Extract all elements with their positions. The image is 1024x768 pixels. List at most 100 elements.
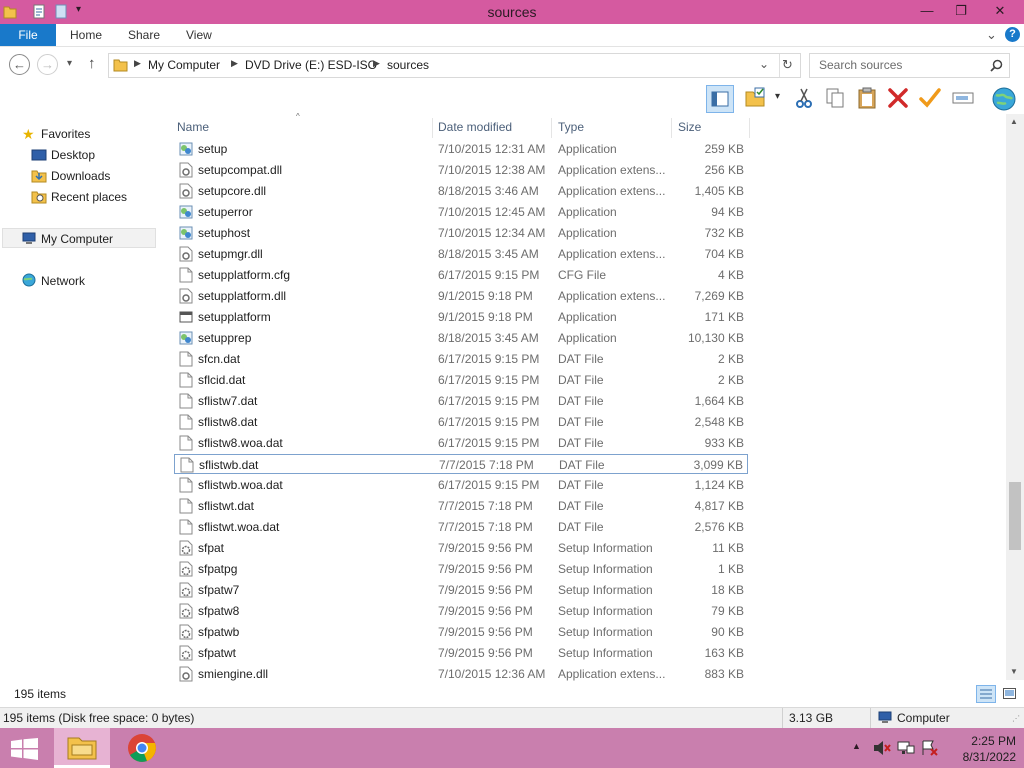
file-date-modified: 6/17/2015 9:15 PM [438,436,540,450]
column-header-name[interactable]: Name [173,118,433,138]
file-row[interactable]: sflistw7.dat 6/17/2015 9:15 PM DAT File 1,6… [174,391,748,411]
nav-my-computer[interactable]: My Computer [41,232,113,246]
recent-locations-chevron-icon[interactable]: ▾ [67,58,72,69]
file-row[interactable]: sfpatwb 7/9/2015 9:56 PM Setup Information… [174,622,748,642]
globe-icon[interactable] [990,86,1018,112]
file-row[interactable]: sfpat 7/9/2015 9:56 PM Setup Information 11… [174,538,748,558]
address-bar[interactable]: ▶ My Computer ▶ DVD Drive (E:) ESD-ISO ▶… [108,53,801,78]
nav-downloads[interactable]: Downloads [51,169,110,183]
file-row[interactable]: setupmgr.dll 8/18/2015 3:45 AM Application… [174,244,748,264]
column-header-date-modified[interactable]: Date modified [434,118,552,138]
nav-desktop[interactable]: Desktop [51,148,95,162]
checkmark-icon[interactable] [918,86,942,110]
file-row-selected[interactable]: sflistwb.dat 7/7/2015 7:18 PM DAT File 3,09… [174,454,748,474]
rename-icon[interactable] [951,86,975,110]
column-header-size[interactable]: Size [674,118,750,138]
tab-view[interactable]: View [186,24,212,46]
maximize-button[interactable]: ❐ [946,0,976,22]
file-row[interactable]: setupcompat.dll 7/10/2015 12:38 AM Applica… [174,160,748,180]
folder-options-icon[interactable] [744,86,768,110]
scrollbar-thumb[interactable] [1009,482,1021,550]
scroll-down-arrow-icon[interactable]: ▼ [1010,667,1018,676]
windows-start-icon[interactable] [11,738,38,760]
taskbar-file-explorer-button[interactable] [54,728,110,768]
file-size: 2,548 KB [694,415,744,429]
file-row[interactable]: sfpatpg 7/9/2015 9:56 PM Setup Information… [174,559,748,579]
scroll-up-arrow-icon[interactable]: ▲ [1010,117,1018,126]
file-row[interactable]: sfpatw8 7/9/2015 9:56 PM Setup Information… [174,601,748,621]
minimize-button[interactable]: — [912,0,942,22]
file-row[interactable]: sflistw8.dat 6/17/2015 9:15 PM DAT File 2,5… [174,412,748,432]
breadcrumb-my-computer[interactable]: My Computer [148,58,220,72]
chevron-down-icon[interactable]: ⌄ [986,24,997,46]
tab-home[interactable]: Home [70,24,102,46]
file-row[interactable]: setupplatform.dll 9/1/2015 9:18 PM Applica… [174,286,748,306]
search-box[interactable]: Search sources [809,53,1010,78]
file-row[interactable]: sflistw8.woa.dat 6/17/2015 9:15 PM DAT Fil… [174,433,748,453]
breadcrumb-sources[interactable]: sources [387,58,429,72]
folder-options-dropdown-icon[interactable]: ▾ [775,91,780,102]
file-type: Setup Information [558,541,653,555]
breadcrumb-separator-icon[interactable]: ▶ [373,58,380,69]
thumbnail-view-icon [1003,688,1016,699]
dll-icon [179,162,193,178]
file-row[interactable]: setupplatform 9/1/2015 9:18 PM Application… [174,307,748,327]
clock-time[interactable]: 2:25 PM [944,734,1016,748]
file-row[interactable]: setuphost 7/10/2015 12:34 AM Application 73… [174,223,748,243]
file-row[interactable]: sflistwt.woa.dat 7/7/2015 7:18 PM DAT File… [174,517,748,537]
preview-pane-button[interactable] [706,85,734,113]
refresh-icon[interactable]: ↻ [782,57,793,73]
breadcrumb-dvd-drive[interactable]: DVD Drive (E:) ESD-ISO [245,58,377,72]
close-button[interactable]: ✕ [978,0,1022,22]
nav-recent-places[interactable]: Recent places [51,190,127,204]
chrome-icon[interactable] [127,733,157,763]
copy-icon[interactable] [823,86,847,110]
file-row[interactable]: smiengine.dll 7/10/2015 12:36 AM Applicati… [174,664,748,684]
file-row[interactable]: sfpatwt 7/9/2015 9:56 PM Setup Information… [174,643,748,663]
file-row[interactable]: sflistwb.woa.dat 6/17/2015 9:15 PM DAT Fil… [174,475,748,495]
volume-muted-icon[interactable] [873,740,891,756]
tab-file[interactable]: File [0,24,56,46]
help-icon[interactable]: ? [1005,27,1020,42]
file-row[interactable]: sflistwt.dat 7/7/2015 7:18 PM DAT File 4,81… [174,496,748,516]
file-name: setupcore.dll [198,184,267,198]
tray-show-hidden-icon[interactable]: ▲ [852,741,861,751]
action-center-flag-icon[interactable] [921,740,939,756]
title-bar[interactable]: ▾ sources — ❐ ✕ [0,0,1024,24]
file-row[interactable]: sflcid.dat 6/17/2015 9:15 PM DAT File 2 KB [174,370,748,390]
vertical-scrollbar[interactable]: ▲ ▼ [1006,114,1024,680]
file-name: sfpatwt [198,646,237,660]
file-row[interactable]: setupplatform.cfg 6/17/2015 9:15 PM CFG Fi… [174,265,748,285]
file-date-modified: 7/10/2015 12:34 AM [438,226,546,240]
tab-share[interactable]: Share [128,24,160,46]
nav-network[interactable]: Network [41,274,85,288]
search-icon[interactable] [990,59,1003,72]
address-dropdown-chevron-icon[interactable]: ⌄ [759,57,769,71]
file-date-modified: 7/10/2015 12:31 AM [438,142,546,156]
large-icons-view-button[interactable] [1000,685,1020,703]
breadcrumb-separator-icon[interactable]: ▶ [231,58,238,69]
forward-arrow-icon[interactable]: → [37,54,58,75]
nav-favorites[interactable]: Favorites [41,127,90,141]
breadcrumb-separator-icon[interactable]: ▶ [134,58,141,69]
up-arrow-icon[interactable]: ↑ [88,55,96,72]
file-type: Application [558,205,617,219]
clock-date[interactable]: 8/31/2022 [944,750,1016,764]
inf-icon [179,561,193,577]
file-row[interactable]: setupprep 8/18/2015 3:45 AM Application 10,… [174,328,748,348]
file-row[interactable]: sfpatw7 7/9/2015 9:56 PM Setup Information… [174,580,748,600]
back-arrow-icon[interactable]: ← [9,54,30,75]
file-row[interactable]: setup 7/10/2015 12:31 AM Application 259 KB [174,139,748,159]
file-row[interactable]: setuperror 7/10/2015 12:45 AM Application 9… [174,202,748,222]
details-view-button[interactable] [976,685,996,703]
file-row[interactable]: setupcore.dll 8/18/2015 3:46 AM Applicatio… [174,181,748,201]
file-row[interactable]: sfcn.dat 6/17/2015 9:15 PM DAT File 2 KB [174,349,748,369]
paste-icon[interactable] [855,86,879,110]
file-type: Application extens... [558,247,666,261]
column-header-type[interactable]: Type [554,118,672,138]
delete-icon[interactable] [886,86,910,110]
resize-grip-icon[interactable]: ⋰ [1012,714,1020,723]
file-date-modified: 8/18/2015 3:45 AM [438,247,539,261]
cut-icon[interactable] [792,86,816,110]
network-status-icon[interactable] [897,740,915,756]
